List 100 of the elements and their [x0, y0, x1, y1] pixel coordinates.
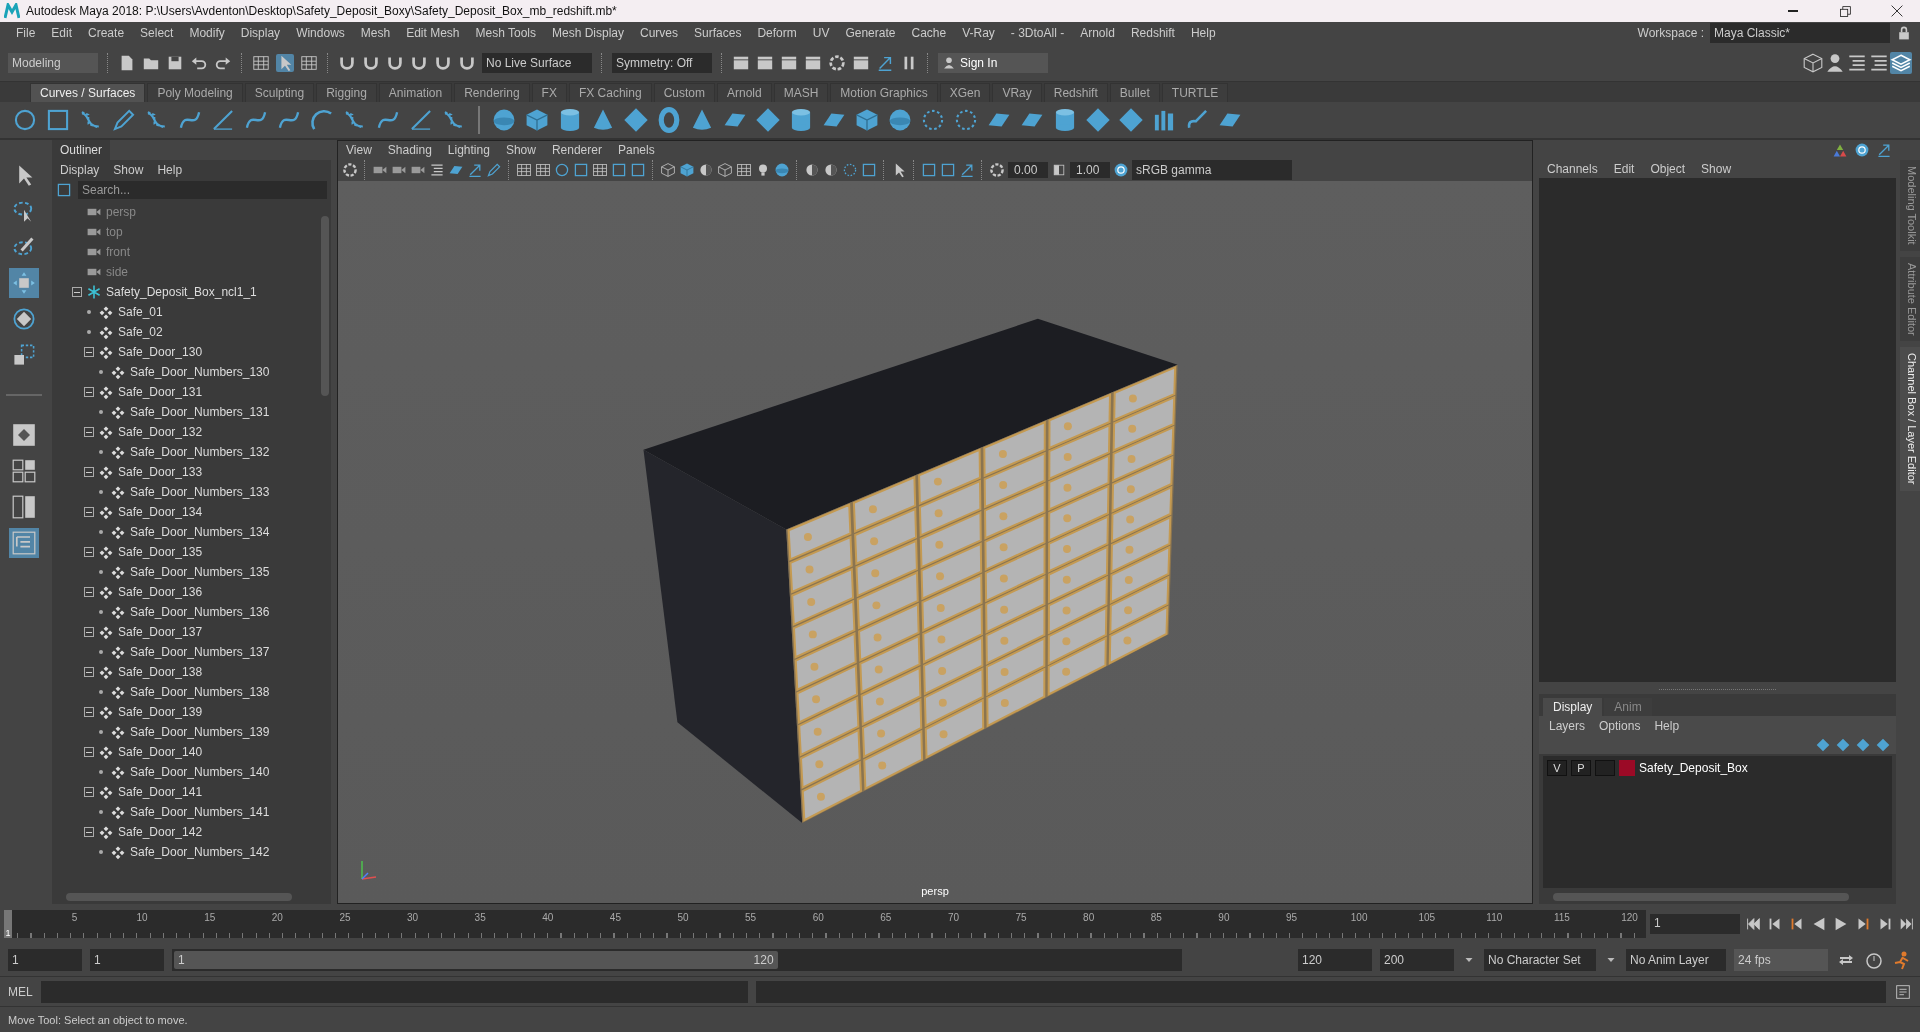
- menu-item[interactable]: Layers: [1549, 719, 1586, 733]
- outliner-item[interactable]: Safe_Door_140: [118, 745, 203, 759]
- shelf-tab[interactable]: Motion Graphics: [830, 82, 938, 102]
- side-tab[interactable]: Attribute Editor: [1900, 256, 1920, 342]
- cube-icon[interactable]: [524, 107, 550, 133]
- expand-toggle[interactable]: [84, 827, 94, 837]
- side-tab[interactable]: Channel Box / Layer Editor: [1900, 347, 1920, 491]
- expand-toggle[interactable]: [84, 467, 94, 477]
- menu-item[interactable]: Display: [60, 163, 100, 177]
- cube-outline-icon[interactable]: [660, 162, 676, 178]
- shelf-tab[interactable]: Redshift: [1043, 82, 1108, 102]
- outliner-item[interactable]: Safe_Door_134: [118, 505, 203, 519]
- list-icon[interactable]: [429, 162, 445, 178]
- diamond-icon[interactable]: [1836, 738, 1850, 752]
- square-icon[interactable]: [611, 162, 627, 178]
- start-frame-field[interactable]: 1: [8, 949, 82, 971]
- grid-icon[interactable]: [300, 53, 318, 72]
- diamond-icon[interactable]: [1118, 107, 1144, 133]
- outliner-item[interactable]: Safe_Door_131: [118, 385, 203, 399]
- expand-toggle[interactable]: [84, 787, 94, 797]
- menu-item[interactable]: Curves: [632, 26, 687, 40]
- command-result-field[interactable]: [756, 980, 1886, 1003]
- outliner-item[interactable]: Safe_Door_Numbers_130: [130, 365, 270, 379]
- menu-item[interactable]: Windows: [288, 26, 353, 40]
- far-field[interactable]: 1.00: [1070, 162, 1110, 178]
- menu-item[interactable]: Shading: [387, 143, 432, 157]
- sphere-icon[interactable]: [774, 162, 790, 178]
- layers-icon[interactable]: [1890, 51, 1912, 74]
- live-surface-field[interactable]: No Live Surface: [482, 52, 592, 73]
- menu-item[interactable]: Select: [132, 26, 182, 40]
- diag-arrow-icon[interactable]: [959, 162, 975, 178]
- layer-name[interactable]: Safety_Deposit_Box: [1639, 761, 1748, 775]
- outliner-item[interactable]: Safe_Door_142: [118, 825, 203, 839]
- menu-item[interactable]: View: [346, 143, 372, 157]
- expand-toggle[interactable]: [84, 427, 94, 437]
- outliner-item[interactable]: side: [106, 265, 128, 279]
- expand-toggle[interactable]: [84, 347, 94, 357]
- shelf-tab[interactable]: FX Caching: [568, 82, 652, 102]
- workspace-dropdown[interactable]: Maya Classic*: [1710, 23, 1890, 43]
- diag-arrow-icon[interactable]: [1876, 142, 1892, 158]
- shelf-tab[interactable]: Rendering: [454, 82, 530, 102]
- outliner-item[interactable]: Safe_Door_139: [118, 705, 203, 719]
- expand-toggle[interactable]: [84, 507, 94, 517]
- menu-item[interactable]: Edit Mesh: [398, 26, 468, 40]
- diamond-icon[interactable]: [755, 107, 781, 133]
- command-input[interactable]: [40, 980, 749, 1003]
- menu-item[interactable]: Cache: [903, 26, 955, 40]
- command-language-label[interactable]: MEL: [8, 984, 33, 999]
- character-set-dropdown[interactable]: No Character Set: [1484, 949, 1596, 971]
- menu-item[interactable]: Display: [232, 26, 289, 40]
- menu-item[interactable]: Mesh Tools: [467, 26, 544, 40]
- outliner-item[interactable]: Safe_Door_Numbers_134: [130, 525, 270, 539]
- shelf-tab[interactable]: Animation: [378, 82, 453, 102]
- playback-end-field[interactable]: 120: [1298, 949, 1372, 971]
- near-field[interactable]: 0.00: [1008, 162, 1048, 178]
- square-icon[interactable]: [573, 162, 589, 178]
- menu-item[interactable]: Channels: [1547, 162, 1598, 176]
- outliner-item[interactable]: Safe_Door_141: [118, 785, 203, 799]
- outliner-item[interactable]: Safety_Deposit_Box_ncl1_1: [106, 285, 257, 299]
- menu-item[interactable]: Show: [113, 163, 144, 177]
- menu-item[interactable]: Create: [80, 26, 133, 40]
- menu-item[interactable]: Lighting: [447, 143, 490, 157]
- square-icon[interactable]: [921, 162, 937, 178]
- symmetry-dropdown[interactable]: Symmetry: Off: [612, 52, 712, 73]
- sphere-shade-icon[interactable]: [823, 162, 839, 178]
- playback-toggle[interactable]: P: [1571, 760, 1591, 776]
- expand-toggle[interactable]: [84, 627, 94, 637]
- outliner-item[interactable]: Safe_Door_Numbers_139: [130, 725, 270, 739]
- diamond-icon[interactable]: [623, 107, 649, 133]
- square-icon[interactable]: [56, 182, 72, 198]
- sphere-shade-icon[interactable]: [698, 162, 714, 178]
- circle-icon[interactable]: [554, 162, 570, 178]
- menu-item[interactable]: Mesh: [352, 26, 399, 40]
- outliner-item[interactable]: top: [106, 225, 123, 239]
- sphere-icon[interactable]: [887, 107, 913, 133]
- outliner-item[interactable]: Safe_01: [118, 305, 163, 319]
- pencil-icon[interactable]: [111, 107, 137, 133]
- menu-item[interactable]: Redshift: [1122, 26, 1183, 40]
- menu-item[interactable]: Renderer: [551, 143, 602, 157]
- fps-dropdown[interactable]: 24 fps: [1734, 949, 1828, 971]
- shelf-tab[interactable]: Custom: [653, 82, 715, 102]
- end-frame-field[interactable]: 200: [1380, 949, 1454, 971]
- menu-item[interactable]: Object: [1650, 162, 1686, 176]
- script-icon[interactable]: [1894, 982, 1912, 1001]
- menu-item[interactable]: Edit: [43, 26, 81, 40]
- menu-item[interactable]: Panels: [617, 143, 655, 157]
- outliner-item[interactable]: Safe_Door_Numbers_141: [130, 805, 270, 819]
- menu-item[interactable]: Help: [1182, 26, 1224, 40]
- mode-dropdown[interactable]: Modeling: [8, 52, 98, 73]
- square-icon[interactable]: [630, 162, 646, 178]
- shelf-tab[interactable]: FX: [531, 82, 567, 102]
- outliner-tab[interactable]: Outliner: [52, 140, 111, 160]
- cube-outline-icon[interactable]: [1802, 51, 1824, 74]
- menu-item[interactable]: Arnold: [1072, 26, 1123, 40]
- cube-icon[interactable]: [854, 107, 880, 133]
- menu-item[interactable]: UV: [804, 26, 838, 40]
- grid-icon[interactable]: [252, 53, 270, 72]
- range-slider[interactable]: 1 120: [172, 949, 1182, 971]
- expand-toggle[interactable]: [84, 707, 94, 717]
- shelf-tab[interactable]: XGen: [939, 82, 991, 102]
